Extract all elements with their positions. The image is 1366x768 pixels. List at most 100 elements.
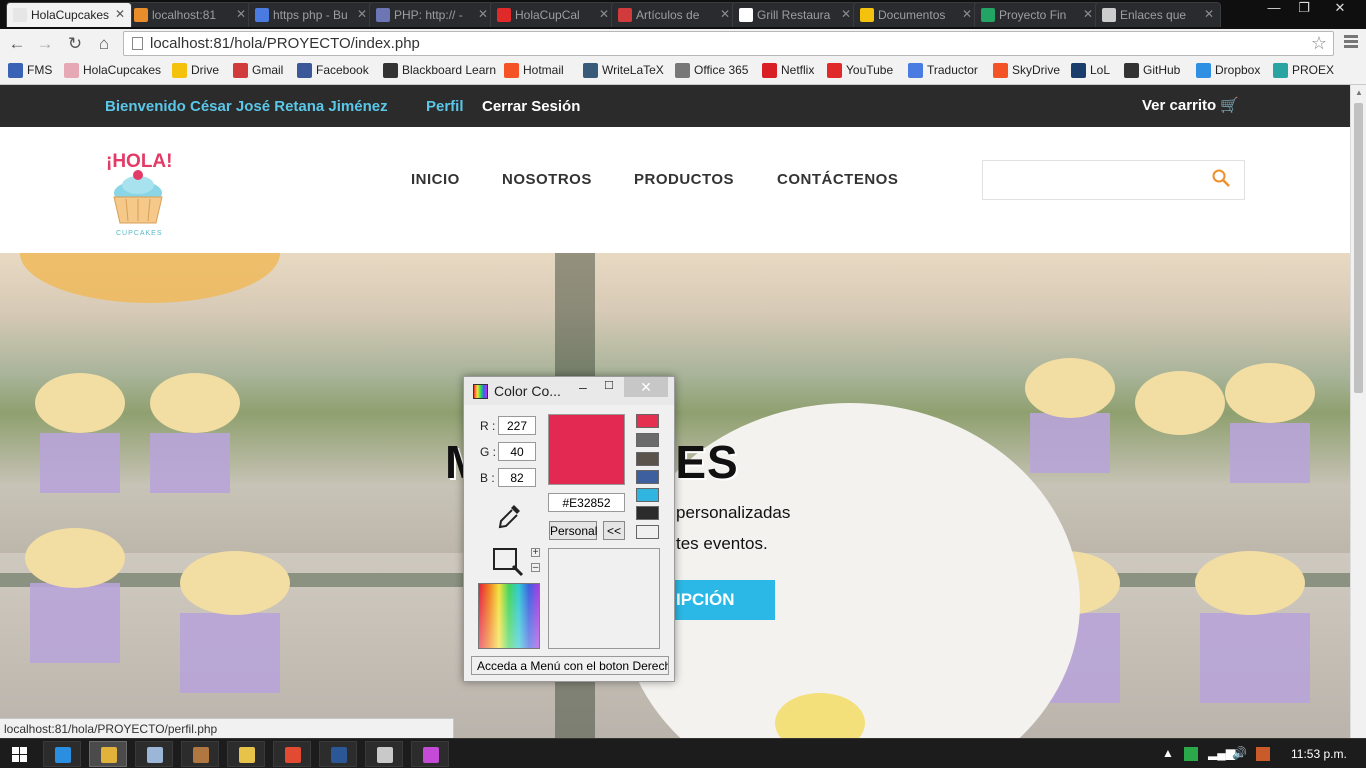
search-icon[interactable]: [1212, 169, 1230, 187]
browser-tab[interactable]: Artículos de ✕: [611, 2, 737, 27]
bookmark-writelatex[interactable]: WriteLaTeX: [583, 63, 664, 78]
browser-tab[interactable]: Grill Restaura ✕: [732, 2, 858, 27]
collapse-button[interactable]: <<: [603, 521, 625, 540]
tab-label[interactable]: Grill Restaura: [757, 8, 830, 22]
green-field[interactable]: 40: [498, 442, 536, 461]
bookmark-label[interactable]: GitHub: [1143, 63, 1180, 77]
tab-close-icon[interactable]: ✕: [357, 7, 367, 21]
subscribe-button[interactable]: IPCIÓN: [660, 580, 775, 620]
taskbar-app-button[interactable]: [273, 741, 311, 767]
bookmark-office-365[interactable]: Office 365: [675, 63, 748, 78]
taskbar-app-button[interactable]: [89, 741, 127, 767]
palette-swatch[interactable]: [636, 452, 659, 466]
cart-link[interactable]: Ver carrito 🛒: [1142, 96, 1239, 114]
taskbar-app-button[interactable]: [43, 741, 81, 767]
bookmark-label[interactable]: Gmail: [252, 63, 283, 77]
windows-start-icon[interactable]: [12, 747, 27, 762]
bookmark-netflix[interactable]: Netflix: [762, 63, 814, 78]
bookmark-traductor[interactable]: Traductor: [908, 63, 978, 78]
tab-label[interactable]: localhost:81: [152, 8, 216, 22]
bookmark-lol[interactable]: LoL: [1071, 63, 1110, 78]
bookmark-label[interactable]: Facebook: [316, 63, 369, 77]
bookmark-label[interactable]: Netflix: [781, 63, 814, 77]
search-input[interactable]: [982, 160, 1245, 200]
bookmark-skydrive[interactable]: SkyDrive: [993, 63, 1060, 78]
bookmark-label[interactable]: SkyDrive: [1012, 63, 1060, 77]
bookmark-fms[interactable]: FMS: [8, 63, 52, 78]
bookmark-drive[interactable]: Drive: [172, 63, 219, 78]
palette-swatch[interactable]: [636, 488, 659, 502]
logout-link[interactable]: Cerrar Sesión: [482, 98, 580, 115]
scroll-up-arrow-icon[interactable]: ▲: [1355, 88, 1363, 97]
reload-icon[interactable]: ↻: [64, 33, 86, 55]
minimize-icon[interactable]: –: [579, 379, 587, 395]
bookmark-dropbox[interactable]: Dropbox: [1196, 63, 1260, 78]
tab-label[interactable]: HolaCupCal: [515, 8, 580, 22]
flag-icon[interactable]: [1256, 747, 1270, 761]
restore-window-button[interactable]: ❐: [1290, 0, 1318, 18]
eyedropper-icon[interactable]: [497, 502, 523, 532]
forward-arrow-icon[interactable]: →: [34, 33, 56, 55]
tab-close-icon[interactable]: ✕: [720, 7, 730, 21]
bookmark-facebook[interactable]: Facebook: [297, 63, 369, 78]
nav-inicio[interactable]: INICIO: [411, 171, 460, 188]
tab-close-icon[interactable]: ✕: [841, 7, 851, 21]
tab-close-icon[interactable]: ✕: [1204, 7, 1214, 21]
tab-label[interactable]: Enlaces que: [1120, 8, 1186, 22]
bookmark-youtube[interactable]: YouTube: [827, 63, 893, 78]
address-text[interactable]: localhost:81/hola/PROYECTO/index.php: [150, 35, 420, 52]
browser-tab[interactable]: localhost:81 ✕: [127, 2, 253, 27]
tab-label[interactable]: Proyecto Fin: [999, 8, 1066, 22]
tray-expand-icon[interactable]: ▲: [1162, 746, 1174, 760]
palette-swatch[interactable]: [636, 506, 659, 520]
page-scrollbar[interactable]: ▲: [1350, 85, 1366, 738]
red-field[interactable]: 227: [498, 416, 536, 435]
bookmark-label[interactable]: Hotmail: [523, 63, 564, 77]
bookmark-label[interactable]: Blackboard Learn: [402, 63, 496, 77]
bookmark-proex[interactable]: PROEX: [1273, 63, 1334, 78]
taskbar-app-button[interactable]: [181, 741, 219, 767]
hex-field[interactable]: #E32852: [548, 493, 625, 512]
browser-tab[interactable]: Enlaces que ✕: [1095, 2, 1221, 27]
bookmark-label[interactable]: WriteLaTeX: [602, 63, 664, 77]
taskbar-app-button[interactable]: [135, 741, 173, 767]
close-icon[interactable]: ✕: [624, 377, 668, 397]
maximize-icon[interactable]: ☐: [604, 379, 614, 392]
address-bar[interactable]: localhost:81/hola/PROYECTO/index.php ☆: [123, 31, 1334, 56]
bookmark-holacupcakes[interactable]: HolaCupcakes: [64, 63, 161, 78]
color-picker-titlebar[interactable]: Color Co... – ☐ ✕: [464, 377, 674, 405]
browser-tab[interactable]: PHP: http:// - ✕: [369, 2, 495, 27]
browser-tab[interactable]: Documentos ✕: [853, 2, 979, 27]
volume-icon[interactable]: 🔊: [1232, 746, 1247, 760]
bookmark-gmail[interactable]: Gmail: [233, 63, 283, 78]
palette-swatch[interactable]: [636, 414, 659, 428]
zoom-in-icon[interactable]: +: [531, 548, 540, 558]
cart-label[interactable]: Ver carrito: [1142, 97, 1216, 114]
tab-close-icon[interactable]: ✕: [115, 7, 125, 21]
bookmark-label[interactable]: Drive: [191, 63, 219, 77]
nav-nosotros[interactable]: NOSOTROS: [502, 171, 592, 188]
bookmark-label[interactable]: HolaCupcakes: [83, 63, 161, 77]
blue-field[interactable]: 82: [498, 468, 536, 487]
bookmark-star-icon[interactable]: ☆: [1311, 33, 1327, 54]
close-window-button[interactable]: ✕: [1320, 0, 1360, 18]
home-icon[interactable]: ⌂: [93, 33, 115, 55]
taskbar-app-button[interactable]: [319, 741, 357, 767]
bookmark-github[interactable]: GitHub: [1124, 63, 1180, 78]
browser-tab[interactable]: HolaCupCal ✕: [490, 2, 616, 27]
tab-close-icon[interactable]: ✕: [599, 7, 609, 21]
shopping-cart-icon[interactable]: 🛒: [1220, 97, 1239, 114]
palette-swatch[interactable]: [636, 470, 659, 484]
tab-close-icon[interactable]: ✕: [236, 7, 246, 21]
tray-app-icon[interactable]: [1184, 747, 1198, 761]
profile-link[interactable]: Perfil: [426, 98, 464, 115]
color-spectrum-grid[interactable]: [478, 583, 540, 649]
tab-close-icon[interactable]: ✕: [962, 7, 972, 21]
bookmark-label[interactable]: PROEX: [1292, 63, 1334, 77]
taskbar-app-button[interactable]: [227, 741, 265, 767]
scrollbar-thumb[interactable]: [1354, 103, 1363, 393]
tab-close-icon[interactable]: ✕: [1083, 7, 1093, 21]
palette-swatch[interactable]: [636, 525, 659, 539]
bookmark-label[interactable]: FMS: [27, 63, 52, 77]
tab-label[interactable]: Artículos de: [636, 8, 699, 22]
